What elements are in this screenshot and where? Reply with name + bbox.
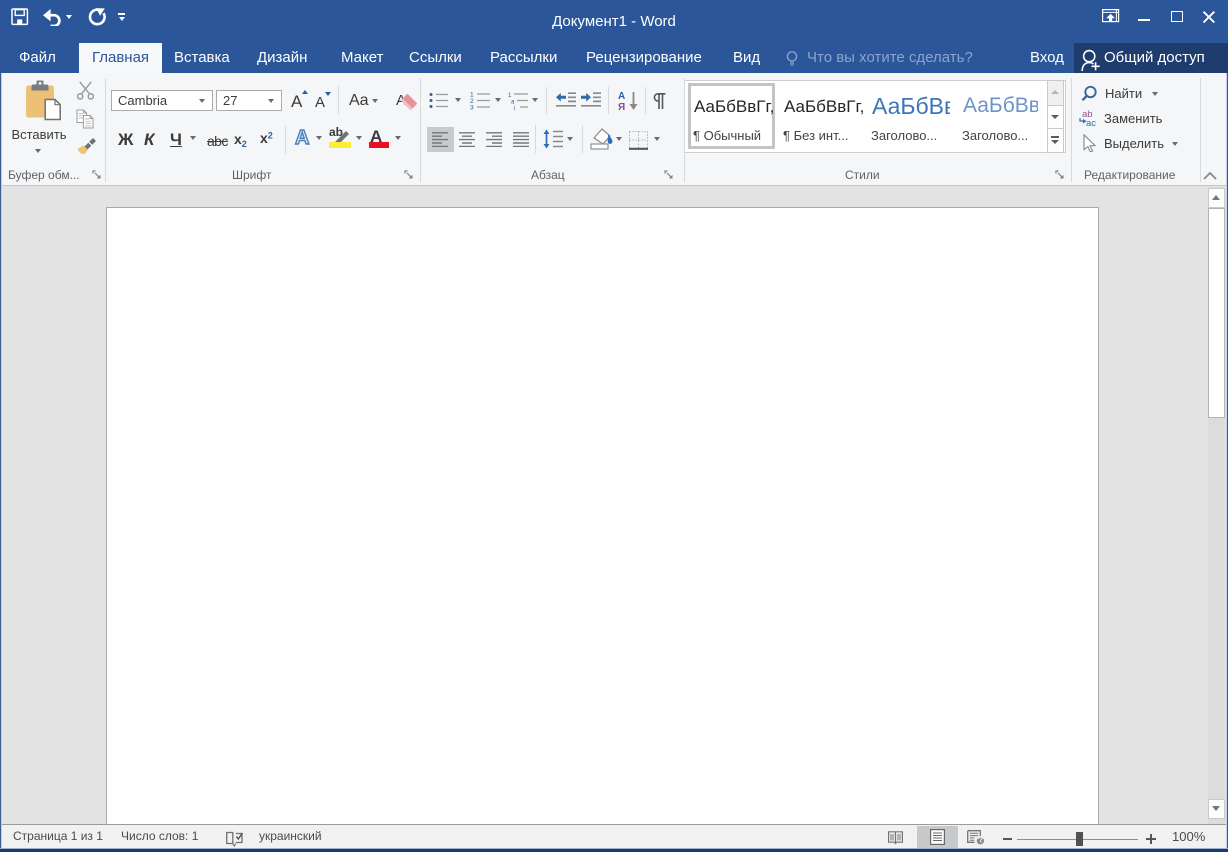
svg-text:i: i [514,105,515,110]
svg-text:3: 3 [470,105,474,110]
svg-text:Я: Я [618,102,625,111]
svg-text:ac: ac [1086,118,1096,127]
svg-text:А: А [618,91,625,102]
